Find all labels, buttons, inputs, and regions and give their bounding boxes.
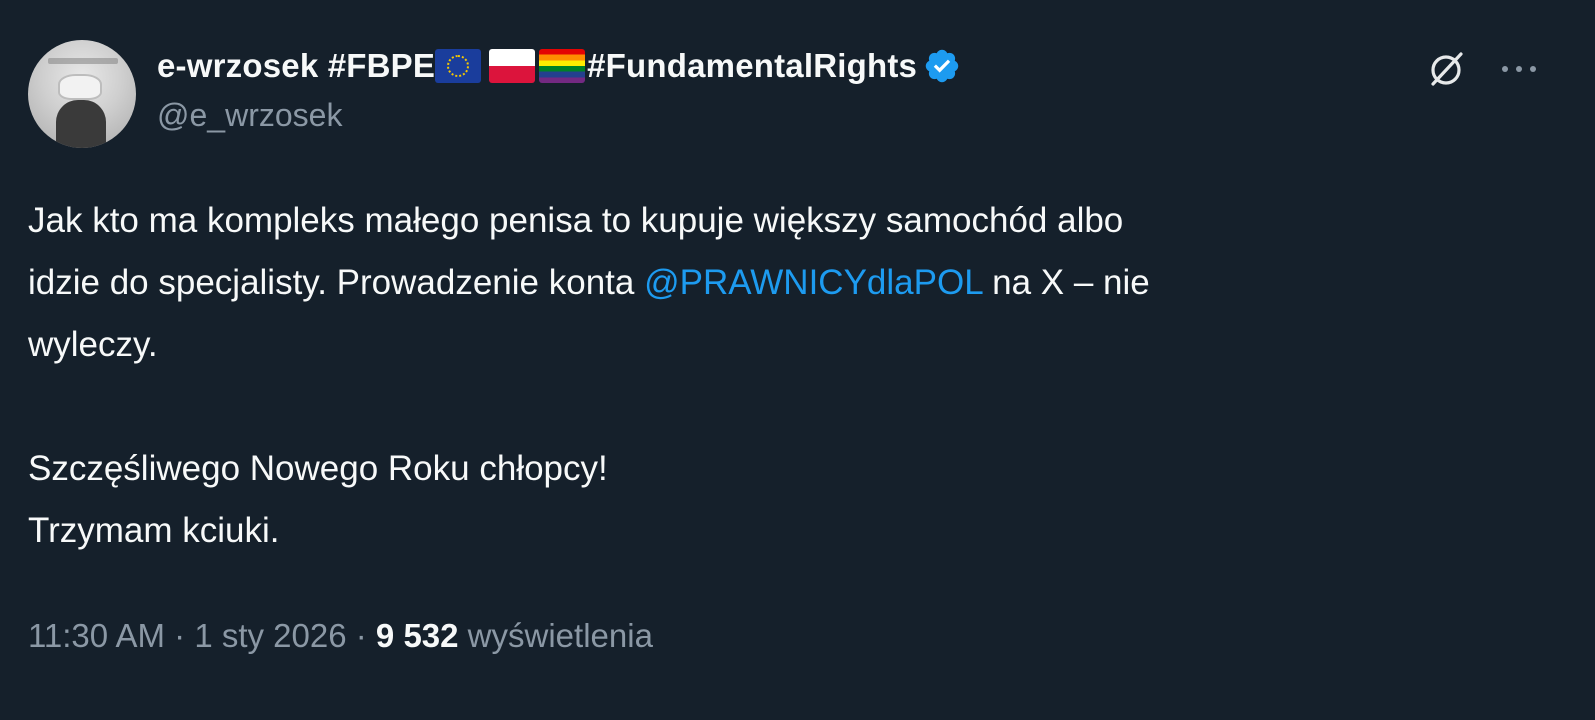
tweet-date[interactable]: 1 sty 2026 <box>194 617 346 654</box>
tweet-text: Jak kto ma kompleks małego penisa to kup… <box>28 190 1538 562</box>
author-display-name-suffix[interactable]: #FundamentalRights <box>587 47 917 85</box>
verified-badge-icon[interactable] <box>923 47 961 85</box>
rainbow-flag-icon <box>539 49 586 83</box>
author-display-name[interactable]: e-wrzosek #FBPE <box>157 47 435 85</box>
views-count: 9 532 <box>375 617 459 654</box>
tweet-meta: 11:30 AM · 1 sty 2026 · 9 532 wyświetlen… <box>28 617 653 655</box>
avatar-decoration <box>58 74 102 100</box>
author-name-row[interactable]: e-wrzosek #FBPE #FundamentalRights <box>157 40 961 92</box>
tweet-text-part: na X – nie wyleczy. Szczęśliwego Nowego … <box>28 263 1150 550</box>
avatar-decoration <box>48 58 118 64</box>
author-handle[interactable]: @e_wrzosek <box>157 97 342 134</box>
tweet-time[interactable]: 11:30 AM <box>28 617 165 654</box>
avatar[interactable] <box>28 40 136 148</box>
mention-link[interactable]: @PRAWNICYdlaPOL <box>644 263 982 302</box>
meta-separator: · <box>346 617 376 654</box>
more-options-icon[interactable] <box>1496 54 1542 84</box>
tweet-card: e-wrzosek #FBPE #FundamentalRights @e_wr… <box>0 0 1595 720</box>
avatar-decoration <box>56 100 106 148</box>
poland-flag-icon <box>489 49 536 83</box>
grok-icon[interactable] <box>1425 48 1467 90</box>
views-label: wyświetlenia <box>458 617 653 654</box>
eu-flag-icon <box>435 49 482 83</box>
meta-separator: · <box>164 617 195 654</box>
